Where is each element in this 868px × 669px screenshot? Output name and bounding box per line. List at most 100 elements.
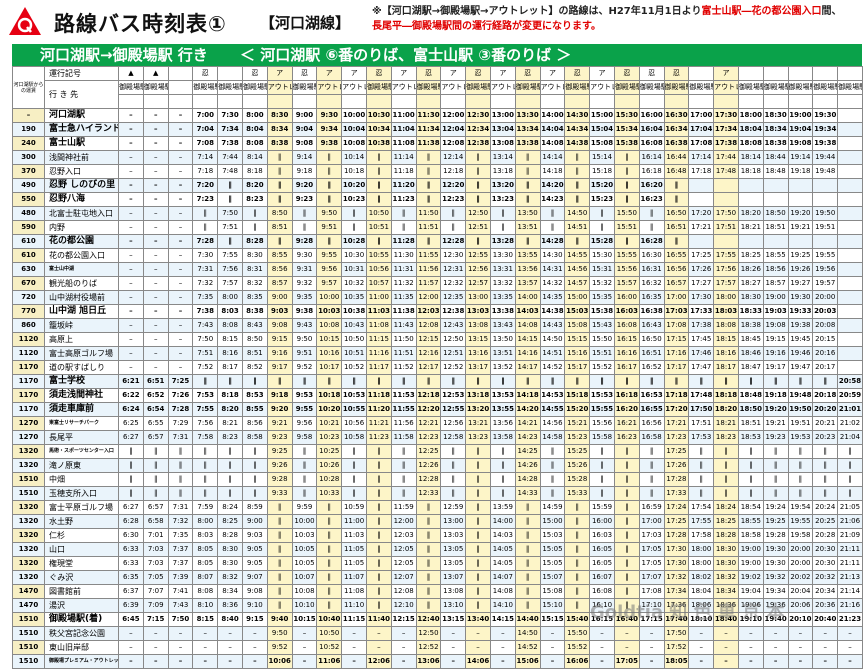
time-cell: 15:17: [564, 360, 591, 375]
time-cell: 7:38: [217, 136, 243, 151]
time-cell: 8:53: [241, 388, 268, 403]
time-cell: 15:32: [589, 276, 615, 291]
time-cell: 14:53: [539, 388, 566, 403]
time-cell: ‖: [415, 584, 442, 599]
time-cell: 21:09: [837, 528, 863, 543]
destination-cell: [167, 80, 194, 95]
time-cell: 7:37: [167, 542, 194, 557]
time-cell: 15:25: [564, 444, 591, 459]
time-cell: ‖: [390, 458, 417, 473]
route-code-cell: ア: [341, 66, 367, 81]
time-cell: ‖: [787, 486, 814, 501]
fare-cell: 550: [12, 192, 45, 207]
time-cell: 18:53: [737, 430, 764, 445]
time-cell: –: [440, 626, 467, 641]
time-cell: 6:33: [118, 542, 144, 557]
time-cell: –: [167, 234, 194, 249]
time-cell: –: [142, 206, 169, 221]
time-cell: 11:52: [390, 360, 417, 375]
time-cell: 17:25: [663, 514, 690, 529]
time-cell: 14:32: [539, 276, 566, 291]
time-cell: 19:54: [787, 500, 814, 515]
time-cell: 17:03: [638, 528, 665, 543]
time-cell: 17:24: [663, 500, 690, 515]
time-cell: 8:10: [192, 598, 219, 613]
time-cell: –: [589, 626, 615, 641]
time-cell: ‖: [316, 556, 343, 571]
time-cell: ‖: [291, 206, 318, 221]
time-cell: 9:00: [291, 108, 318, 123]
fare-cell: 1510: [12, 612, 45, 627]
time-cell: ‖: [390, 206, 417, 221]
time-cell: ‖: [613, 178, 640, 193]
stop-name: 道の駅すばしり: [44, 360, 119, 375]
header-spacer-cell: [638, 94, 665, 109]
time-cell: 19:48: [812, 164, 839, 179]
time-cell: 8:14: [241, 150, 268, 165]
notice-highlight-2: 長尾平―御殿場駅: [372, 21, 452, 32]
route-code-cell: ア: [539, 66, 566, 81]
time-cell: 18:27: [737, 276, 764, 291]
time-cell: –: [118, 640, 144, 655]
time-cell: 16:59: [638, 500, 665, 515]
time-cell: 11:21: [365, 416, 392, 431]
fare-cell: 240: [12, 136, 45, 151]
time-cell: ‖: [365, 178, 392, 193]
time-cell: –: [118, 150, 144, 165]
time-cell: 15:05: [539, 542, 566, 557]
time-cell: 11:20: [390, 178, 417, 193]
time-cell: 12:55: [465, 248, 491, 263]
header-spacer-cell: [812, 94, 839, 109]
time-cell: ‖: [787, 444, 814, 459]
header-spacer-cell: [514, 94, 541, 109]
time-cell: 7:26: [167, 388, 194, 403]
time-cell: –: [167, 654, 194, 669]
fare-cell: 490: [12, 178, 45, 193]
time-cell: 10:52: [341, 360, 367, 375]
time-cell: [762, 192, 789, 207]
time-cell: 9:08: [291, 136, 318, 151]
time-cell: 12:50: [415, 626, 442, 641]
time-cell: –: [167, 262, 194, 277]
table-row: 1320 水土野 6:28 6:58 7:32 8:00 8:25 9:00 ‖ 10:00 ‖ 11…: [12, 514, 863, 529]
time-cell: 13:18: [489, 164, 516, 179]
time-cell: ‖: [465, 444, 491, 459]
fare-cell: 190: [12, 122, 45, 137]
time-cell: ‖: [514, 150, 541, 165]
time-cell: 15:38: [613, 136, 640, 151]
time-cell: 10:53: [341, 388, 367, 403]
time-cell: –: [713, 654, 739, 669]
time-cell: 11:05: [341, 542, 367, 557]
time-cell: ‖: [291, 374, 318, 389]
time-cell: 14:56: [564, 262, 591, 277]
time-cell: ‖: [787, 374, 814, 389]
time-cell: 13:14: [489, 150, 516, 165]
time-cell: –: [365, 640, 392, 655]
time-cell: 19:51: [812, 220, 839, 235]
table-row: 550 忍野八海 – – –7:23 ‖ 8:23 ‖ 9:23 ‖ 10:23 ‖ 11:23 ‖ 12:…: [12, 192, 863, 207]
time-cell: 9:30: [291, 248, 318, 263]
time-cell: 15:07: [539, 570, 566, 585]
time-cell: 16:03: [613, 304, 640, 319]
time-cell: –: [589, 640, 615, 655]
table-row: 240 富士山駅 – – –7:08 7:38 8:08 8:38 9:08 9:38 10:08 1…: [12, 136, 863, 151]
time-cell: –: [837, 640, 863, 655]
destination-cell: アウトレット: [713, 80, 739, 95]
time-cell: 19:00: [762, 290, 789, 305]
time-cell: 16:30: [663, 108, 690, 123]
time-cell: ‖: [390, 486, 417, 501]
time-cell: –: [812, 640, 839, 655]
fare-cell: 1320: [12, 570, 45, 585]
header-spacer-cell: [142, 94, 169, 109]
time-cell: 11:51: [415, 220, 442, 235]
time-cell: 16:51: [663, 220, 690, 235]
time-cell: 8:31: [241, 262, 268, 277]
time-cell: 9:43: [291, 318, 318, 333]
route-code-cell: ア: [713, 66, 739, 81]
time-cell: 16:43: [638, 318, 665, 333]
destination-cell: 御殿場駅: [638, 80, 665, 95]
time-cell: ‖: [688, 458, 715, 473]
destination-cell: 御殿場駅: [415, 80, 442, 95]
time-cell: 13:57: [514, 276, 541, 291]
time-cell: 8:03: [217, 304, 243, 319]
